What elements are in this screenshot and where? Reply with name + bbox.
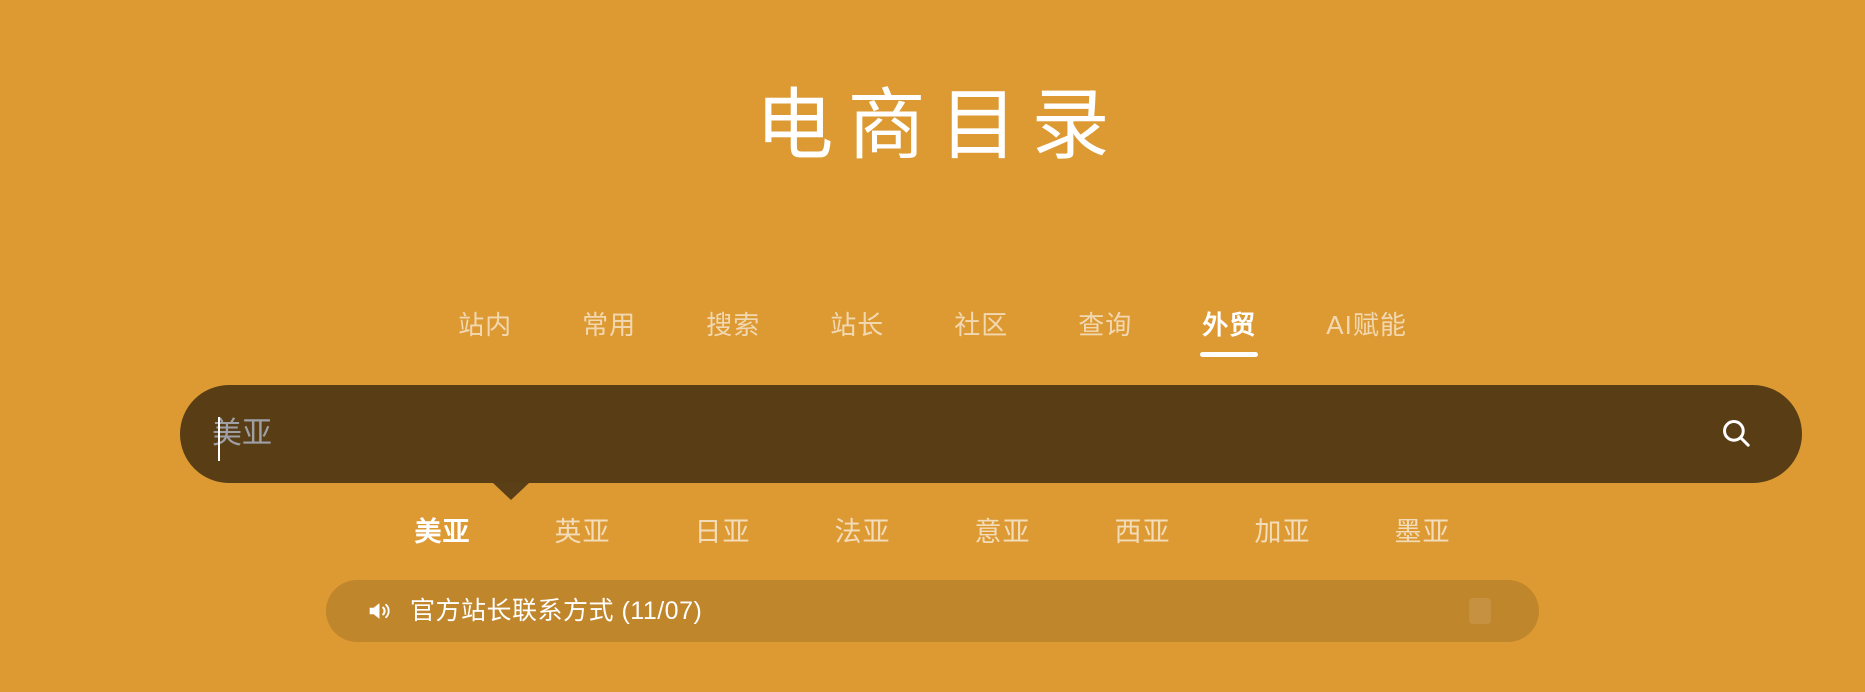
sub-tab-7[interactable]: 墨亚	[1353, 512, 1493, 552]
search-bar[interactable]	[180, 385, 1802, 483]
page-title: 电商目录	[755, 81, 1124, 169]
sub-tab-0[interactable]: 美亚	[373, 512, 513, 552]
nav-tab-7[interactable]: AI赋能	[1291, 305, 1442, 345]
sub-nav: 美亚 英亚 日亚 法亚 意亚 西亚 加亚 墨亚	[0, 512, 1865, 552]
search-input[interactable]	[212, 404, 1712, 464]
nav-tab-5[interactable]: 查询	[1043, 305, 1167, 345]
nav-tab-4[interactable]: 社区	[919, 305, 1043, 345]
active-subtab-pointer-icon	[493, 483, 529, 500]
sub-tab-4[interactable]: 意亚	[933, 512, 1073, 552]
app-root: 电商目录 站内常用搜索站长社区查询外贸AI赋能 美亚英亚日亚法亚意亚西亚加亚墨亚	[0, 0, 1865, 692]
sub-tab-1[interactable]: 英亚	[513, 512, 653, 552]
announcement-close-icon[interactable]	[1469, 598, 1491, 624]
speaker-icon	[364, 596, 394, 626]
announcement-bar[interactable]: 官方站长联系方式 (11/07)	[326, 580, 1539, 642]
nav-tab-6[interactable]: 外贸	[1167, 305, 1291, 345]
sub-tab-3[interactable]: 法亚	[793, 512, 933, 552]
nav-tab-1[interactable]: 常用	[547, 305, 671, 345]
announcement-text: 官方站长联系方式 (11/07)	[410, 597, 703, 625]
nav-tab-3[interactable]: 站长	[795, 305, 919, 345]
announcement-region: 官方站长联系方式 (11/07)	[0, 580, 1865, 642]
sub-tab-2[interactable]: 日亚	[653, 512, 793, 552]
nav-tab-0[interactable]: 站内	[423, 305, 547, 345]
text-cursor	[218, 417, 220, 461]
sub-tab-6[interactable]: 加亚	[1213, 512, 1353, 552]
sub-tab-5[interactable]: 西亚	[1073, 512, 1213, 552]
search-button[interactable]	[1712, 410, 1760, 458]
nav-tab-2[interactable]: 搜索	[671, 305, 795, 345]
search-icon	[1719, 416, 1753, 453]
primary-nav: 站内 常用 搜索 站长 社区 查询 外贸 AI赋能	[0, 305, 1865, 345]
page-header: 电商目录	[0, 0, 1865, 250]
